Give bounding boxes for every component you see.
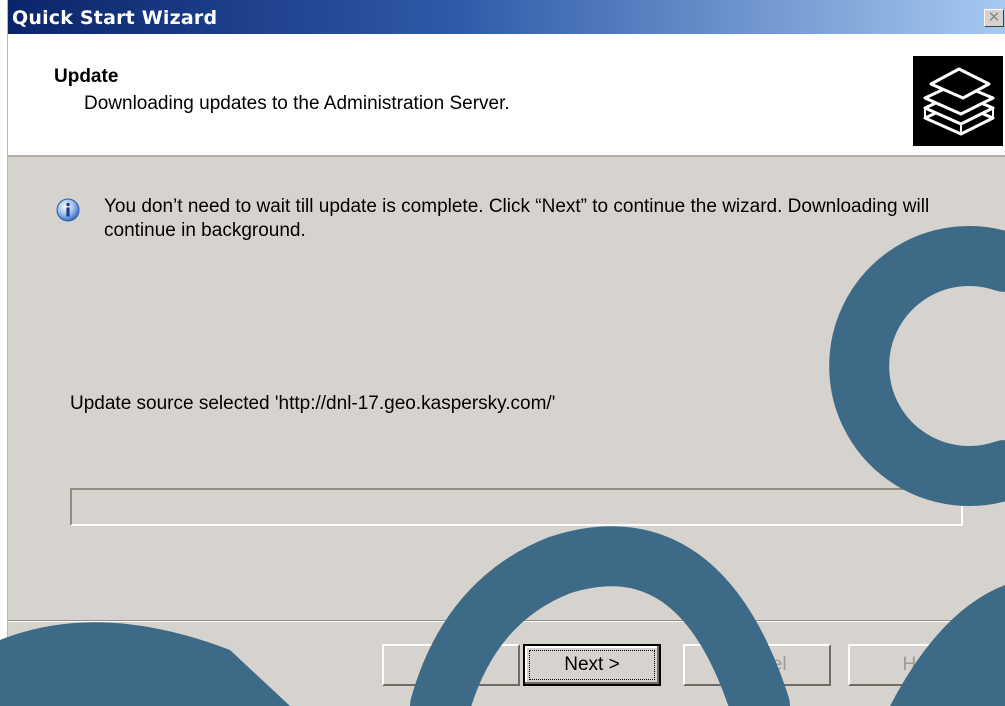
close-button[interactable]: ✕ — [984, 9, 1004, 27]
window-title: Quick Start Wizard — [12, 7, 218, 29]
quick-start-wizard-window: Quick Start Wizard ✕ Update Downloading … — [7, 0, 1005, 706]
page-title: Update — [54, 66, 119, 87]
next-button[interactable]: Next > — [523, 644, 661, 686]
update-source-status: Update source selected 'http://dnl-17.ge… — [70, 393, 556, 414]
footer-divider — [8, 620, 1005, 622]
download-progress-bar — [70, 488, 963, 526]
help-button-label: Help — [902, 654, 942, 675]
back-button-label: < Back — [421, 654, 481, 675]
wizard-header: Update Downloading updates to the Admini… — [8, 34, 1005, 157]
title-bar[interactable]: Quick Start Wizard ✕ — [8, 0, 1005, 34]
help-button[interactable]: Help — [848, 644, 996, 686]
focus-rectangle — [529, 650, 655, 680]
info-icon — [55, 197, 81, 223]
close-icon: ✕ — [987, 8, 1001, 26]
page-subtitle: Downloading updates to the Administratio… — [84, 93, 510, 114]
cancel-button[interactable]: Cancel — [683, 644, 831, 686]
cancel-button-label: Cancel — [727, 654, 787, 675]
back-button[interactable]: < Back — [382, 644, 520, 686]
book-stack-icon — [913, 56, 1003, 146]
info-message: You don’t need to wait till update is co… — [104, 196, 930, 241]
